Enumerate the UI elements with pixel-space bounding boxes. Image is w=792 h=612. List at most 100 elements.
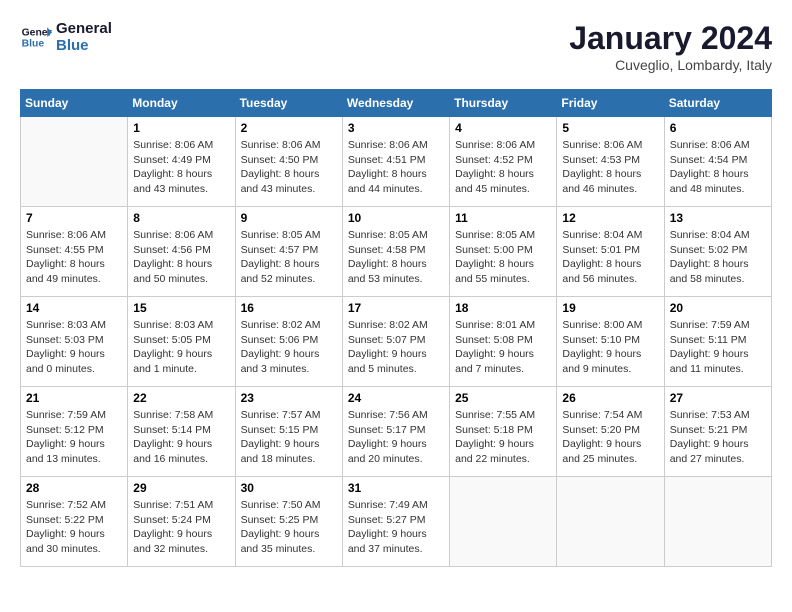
day-info: Sunrise: 7:50 AMSunset: 5:25 PMDaylight:… [241,498,337,557]
table-cell: 14 Sunrise: 8:03 AMSunset: 5:03 PMDayligh… [21,297,128,387]
day-number: 29 [133,481,229,495]
day-info: Sunrise: 8:02 AMSunset: 5:07 PMDaylight:… [348,318,444,377]
table-cell: 31 Sunrise: 7:49 AMSunset: 5:27 PMDayligh… [342,477,449,567]
day-info: Sunrise: 8:06 AMSunset: 4:49 PMDaylight:… [133,138,229,197]
table-cell: 9 Sunrise: 8:05 AMSunset: 4:57 PMDaylight… [235,207,342,297]
day-info: Sunrise: 7:49 AMSunset: 5:27 PMDaylight:… [348,498,444,557]
day-number: 10 [348,211,444,225]
day-number: 13 [670,211,766,225]
day-number: 2 [241,121,337,135]
day-number: 12 [562,211,658,225]
table-cell: 20Sunrise: 7:59 AMSunset: 5:11 PMDayligh… [664,297,771,387]
week-row-4: 21 Sunrise: 7:59 AMSunset: 5:12 PMDayligh… [21,387,772,477]
day-info: Sunrise: 8:04 AMSunset: 5:01 PMDaylight:… [562,228,658,287]
day-info: Sunrise: 8:05 AMSunset: 4:58 PMDaylight:… [348,228,444,287]
page-header: General Blue General Blue January 2024 C… [20,20,772,73]
day-number: 11 [455,211,551,225]
day-number: 5 [562,121,658,135]
week-row-5: 28 Sunrise: 7:52 AMSunset: 5:22 PMDayligh… [21,477,772,567]
table-cell: 10 Sunrise: 8:05 AMSunset: 4:58 PMDayligh… [342,207,449,297]
table-cell: 1Sunrise: 8:06 AMSunset: 4:49 PMDaylight… [128,117,235,207]
day-number: 3 [348,121,444,135]
day-info: Sunrise: 8:05 AMSunset: 4:57 PMDaylight:… [241,228,337,287]
day-number: 18 [455,301,551,315]
col-friday: Friday [557,90,664,117]
day-number: 23 [241,391,337,405]
day-info: Sunrise: 8:01 AMSunset: 5:08 PMDaylight:… [455,318,551,377]
table-cell: 17 Sunrise: 8:02 AMSunset: 5:07 PMDayligh… [342,297,449,387]
table-cell: 25 Sunrise: 7:55 AMSunset: 5:18 PMDayligh… [450,387,557,477]
day-info: Sunrise: 7:51 AMSunset: 5:24 PMDaylight:… [133,498,229,557]
day-number: 21 [26,391,122,405]
day-info: Sunrise: 7:59 AMSunset: 5:12 PMDaylight:… [26,408,122,467]
logo-line2: Blue [56,37,112,54]
header-row: Sunday Monday Tuesday Wednesday Thursday… [21,90,772,117]
day-number: 14 [26,301,122,315]
week-row-1: 1Sunrise: 8:06 AMSunset: 4:49 PMDaylight… [21,117,772,207]
day-info: Sunrise: 7:53 AMSunset: 5:21 PMDaylight:… [670,408,766,467]
table-cell: 24 Sunrise: 7:56 AMSunset: 5:17 PMDayligh… [342,387,449,477]
week-row-2: 7Sunrise: 8:06 AMSunset: 4:55 PMDaylight… [21,207,772,297]
day-number: 26 [562,391,658,405]
table-cell [21,117,128,207]
day-info: Sunrise: 7:58 AMSunset: 5:14 PMDaylight:… [133,408,229,467]
day-info: Sunrise: 8:05 AMSunset: 5:00 PMDaylight:… [455,228,551,287]
table-cell: 22 Sunrise: 7:58 AMSunset: 5:14 PMDayligh… [128,387,235,477]
table-cell: 26Sunrise: 7:54 AMSunset: 5:20 PMDayligh… [557,387,664,477]
week-row-3: 14 Sunrise: 8:03 AMSunset: 5:03 PMDayligh… [21,297,772,387]
day-number: 8 [133,211,229,225]
day-info: Sunrise: 7:55 AMSunset: 5:18 PMDaylight:… [455,408,551,467]
day-number: 30 [241,481,337,495]
day-number: 19 [562,301,658,315]
day-number: 17 [348,301,444,315]
day-number: 6 [670,121,766,135]
day-info: Sunrise: 7:52 AMSunset: 5:22 PMDaylight:… [26,498,122,557]
day-info: Sunrise: 8:03 AMSunset: 5:03 PMDaylight:… [26,318,122,377]
table-cell: 13Sunrise: 8:04 AMSunset: 5:02 PMDayligh… [664,207,771,297]
day-info: Sunrise: 8:00 AMSunset: 5:10 PMDaylight:… [562,318,658,377]
table-cell: 16Sunrise: 8:02 AMSunset: 5:06 PMDayligh… [235,297,342,387]
table-cell: 15Sunrise: 8:03 AMSunset: 5:05 PMDayligh… [128,297,235,387]
col-wednesday: Wednesday [342,90,449,117]
table-cell: 7Sunrise: 8:06 AMSunset: 4:55 PMDaylight… [21,207,128,297]
table-cell [450,477,557,567]
day-number: 15 [133,301,229,315]
table-cell: 28 Sunrise: 7:52 AMSunset: 5:22 PMDayligh… [21,477,128,567]
day-number: 22 [133,391,229,405]
table-cell: 4Sunrise: 8:06 AMSunset: 4:52 PMDaylight… [450,117,557,207]
svg-text:Blue: Blue [22,39,45,50]
calendar-table: Sunday Monday Tuesday Wednesday Thursday… [20,89,772,567]
table-cell: 30 Sunrise: 7:50 AMSunset: 5:25 PMDayligh… [235,477,342,567]
table-cell: 5 Sunrise: 8:06 AMSunset: 4:53 PMDaylight… [557,117,664,207]
table-cell: 27 Sunrise: 7:53 AMSunset: 5:21 PMDayligh… [664,387,771,477]
month-title: January 2024 [569,20,772,57]
table-cell: 8Sunrise: 8:06 AMSunset: 4:56 PMDaylight… [128,207,235,297]
day-number: 28 [26,481,122,495]
day-info: Sunrise: 8:06 AMSunset: 4:53 PMDaylight:… [562,138,658,197]
day-info: Sunrise: 7:56 AMSunset: 5:17 PMDaylight:… [348,408,444,467]
col-saturday: Saturday [664,90,771,117]
logo-icon: General Blue [20,21,52,53]
table-cell: 2 Sunrise: 8:06 AMSunset: 4:50 PMDaylight… [235,117,342,207]
day-number: 9 [241,211,337,225]
day-number: 7 [26,211,122,225]
table-cell: 18 Sunrise: 8:01 AMSunset: 5:08 PMDayligh… [450,297,557,387]
title-block: January 2024 Cuveglio, Lombardy, Italy [569,20,772,73]
logo-line1: General [56,20,112,37]
day-number: 20 [670,301,766,315]
day-info: Sunrise: 8:06 AMSunset: 4:51 PMDaylight:… [348,138,444,197]
day-number: 16 [241,301,337,315]
day-number: 27 [670,391,766,405]
day-number: 25 [455,391,551,405]
table-cell: 11 Sunrise: 8:05 AMSunset: 5:00 PMDayligh… [450,207,557,297]
col-sunday: Sunday [21,90,128,117]
col-tuesday: Tuesday [235,90,342,117]
table-cell: 12 Sunrise: 8:04 AMSunset: 5:01 PMDayligh… [557,207,664,297]
table-cell [664,477,771,567]
day-number: 31 [348,481,444,495]
day-number: 24 [348,391,444,405]
table-cell: 23Sunrise: 7:57 AMSunset: 5:15 PMDayligh… [235,387,342,477]
day-info: Sunrise: 8:06 AMSunset: 4:50 PMDaylight:… [241,138,337,197]
table-cell: 3 Sunrise: 8:06 AMSunset: 4:51 PMDaylight… [342,117,449,207]
col-monday: Monday [128,90,235,117]
